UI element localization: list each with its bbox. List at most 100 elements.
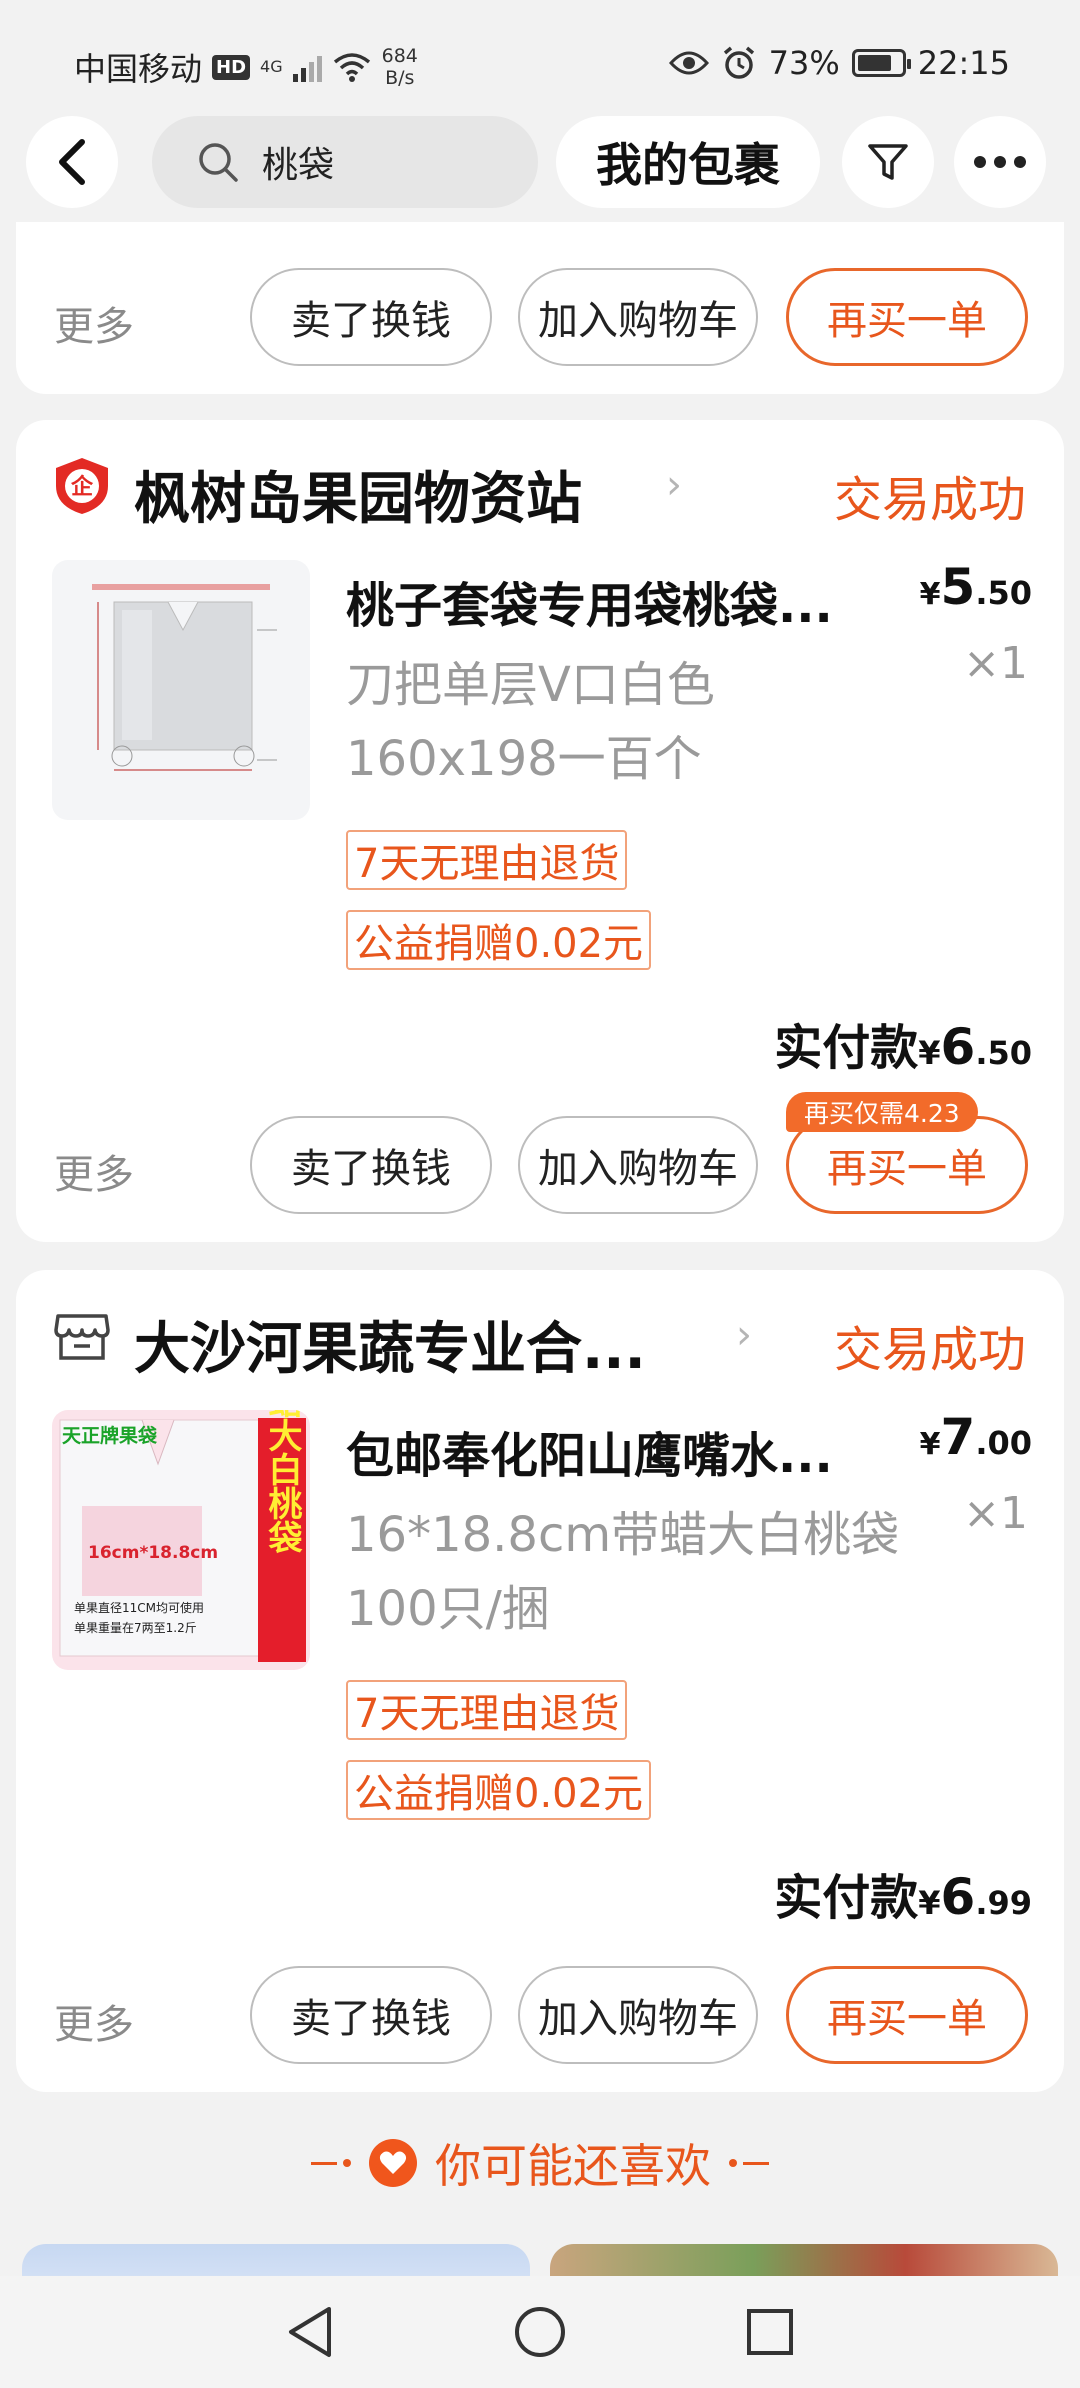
eye-icon — [668, 51, 709, 75]
paid-decimal: .99 — [975, 1884, 1032, 1922]
charity-tag: 公益捐赠0.02元 — [346, 910, 652, 970]
search-query: 桃袋 — [262, 145, 335, 186]
enterprise-shield-icon: 企 — [56, 458, 108, 514]
paid-decimal: .50 — [975, 1034, 1032, 1072]
sell-button[interactable]: 卖了换钱 — [250, 1116, 492, 1214]
order-actions: 更多 卖了换钱 加入购物车 再买一单 — [16, 1966, 1064, 2066]
status-left: 中国移动 HD 4G 684 B/s — [74, 44, 418, 90]
wifi-icon — [333, 53, 370, 82]
filter-icon — [868, 144, 908, 180]
nav-recents-button[interactable] — [740, 2302, 800, 2362]
price-currency: ¥ — [919, 577, 941, 612]
nav-home-icon — [515, 2307, 565, 2357]
nav-home-button[interactable] — [510, 2302, 570, 2362]
recommend-label: 你可能还喜欢 — [435, 2139, 711, 2193]
order-actions: 更多 卖了换钱 加入购物车 再买一单 — [16, 268, 1064, 368]
thumb-brand: 天正牌果袋 — [62, 1424, 158, 1447]
store-icon — [54, 1314, 110, 1360]
paid-label: 实付款 — [774, 1870, 919, 1926]
network-type: 4G — [260, 57, 283, 76]
sell-button[interactable]: 卖了换钱 — [250, 268, 492, 366]
speed-unit: B/s — [385, 67, 415, 89]
order-status: 交易成功 — [833, 1322, 1026, 1378]
filter-button[interactable] — [842, 116, 934, 208]
price-currency: ¥ — [919, 1427, 941, 1462]
battery-percent: 73% — [768, 44, 840, 82]
add-to-cart-button[interactable]: 加入购物车 — [518, 268, 758, 366]
thumb-note-2: 单果重量在7两至1.2斤 — [74, 1621, 197, 1635]
rebuy-button[interactable]: 再买一单 — [786, 268, 1028, 366]
my-packages-button[interactable]: 我的包裹 — [556, 116, 820, 208]
price-decimal: .50 — [975, 574, 1032, 612]
speed-value: 684 — [381, 45, 418, 67]
more-options-button[interactable] — [954, 116, 1046, 208]
more-link[interactable]: 更多 — [54, 1142, 134, 1200]
product-thumbnail[interactable]: 天正牌果袋 16cm*18.8cm 单果直径11CM均可使用 单果重量在7两至1… — [52, 1410, 310, 1670]
search-input[interactable]: 桃袋 — [152, 116, 538, 208]
nav-back-button[interactable] — [280, 2302, 340, 2362]
sell-button[interactable]: 卖了换钱 — [250, 1966, 492, 2064]
alarm-icon — [723, 46, 754, 79]
product-title[interactable]: 桃子套袋专用袋桃袋... — [346, 566, 833, 636]
order-card: 企 枫树岛果园物资站 › 交易成功 桃子套袋专用袋桃袋... 刀把单层V口白色1… — [16, 420, 1064, 1242]
peach-bag-image — [52, 560, 310, 820]
status-right: 73% 22:15 — [668, 44, 1010, 82]
product-spec: 刀把单层V口白色160x198一百个 — [346, 657, 715, 787]
price-integer: 5 — [940, 558, 976, 616]
system-nav-bar — [0, 2276, 1080, 2388]
top-bar: 桃袋 我的包裹 — [0, 110, 1080, 218]
return-policy-tag: 7天无理由退货 — [346, 830, 628, 890]
more-dots-icon — [974, 156, 1026, 168]
recommend-header: 你可能还喜欢 — [0, 2120, 1080, 2206]
nav-recents-icon — [747, 2309, 793, 2355]
order-actions: 更多 卖了换钱 加入购物车 再买一单 再买仅需4.23 — [16, 1092, 1064, 1216]
rebuy-discount-badge: 再买仅需4.23 — [786, 1092, 978, 1132]
more-link[interactable]: 更多 — [54, 294, 134, 352]
return-policy-tag: 7天无理由退货 — [346, 1680, 628, 1740]
search-icon — [199, 143, 238, 182]
price-decimal: .00 — [975, 1424, 1032, 1462]
shop-name: 大沙河果蔬专业合... — [134, 1317, 646, 1382]
more-link[interactable]: 更多 — [54, 1992, 134, 2050]
paid-currency: ¥ — [918, 1884, 941, 1922]
status-bar: 中国移动 HD 4G 684 B/s 73% 22:15 — [0, 0, 1080, 120]
divider-left — [311, 2159, 351, 2167]
hd-badge: HD — [212, 54, 251, 80]
shop-name: 枫树岛果园物资站 — [134, 467, 582, 532]
clock: 22:15 — [917, 44, 1010, 82]
order-card-previous: 更多 卖了换钱 加入购物车 再买一单 — [16, 222, 1064, 394]
add-to-cart-button[interactable]: 加入购物车 — [518, 1966, 758, 2064]
signal-icon — [292, 52, 322, 82]
svg-text:企: 企 — [70, 474, 94, 500]
paid-label: 实付款 — [774, 1020, 919, 1076]
add-to-cart-button[interactable]: 加入购物车 — [518, 1116, 758, 1214]
paid-currency: ¥ — [918, 1034, 941, 1072]
paid-integer: 6 — [940, 1018, 976, 1076]
charity-tag: 公益捐赠0.02元 — [346, 1760, 652, 1820]
quantity: ×1 — [963, 638, 1028, 689]
thumb-note-1: 单果直径11CM均可使用 — [74, 1600, 204, 1615]
peach-bag-image: 天正牌果袋 16cm*18.8cm 单果直径11CM均可使用 单果重量在7两至1… — [52, 1410, 310, 1670]
nav-back-icon — [289, 2307, 331, 2357]
battery-icon — [851, 49, 911, 77]
thumb-size: 16cm*18.8cm — [88, 1543, 218, 1563]
chevron-right-icon: › — [666, 462, 682, 508]
paid-integer: 6 — [940, 1868, 976, 1926]
back-arrow-icon — [59, 139, 85, 185]
thumb-vertical-text: 带蜡大白桃袋 — [262, 1410, 303, 1554]
order-status: 交易成功 — [833, 472, 1026, 528]
chevron-right-icon: › — [736, 1312, 752, 1358]
network-speed: 684 B/s — [382, 45, 418, 89]
product-thumbnail[interactable] — [52, 560, 310, 820]
carrier-name: 中国移动 — [74, 50, 203, 88]
shop-header[interactable]: 企 枫树岛果园物资站 › 交易成功 — [52, 454, 1028, 532]
quantity: ×1 — [963, 1488, 1028, 1539]
back-button[interactable] — [26, 116, 118, 208]
rebuy-button[interactable]: 再买一单 — [786, 1966, 1028, 2064]
shop-header[interactable]: 大沙河果蔬专业合... › 交易成功 — [52, 1304, 1028, 1382]
price-integer: 7 — [940, 1408, 976, 1466]
unit-price: ¥ 7 .00 — [920, 1408, 1032, 1466]
product-title[interactable]: 包邮奉化阳山鹰嘴水... — [346, 1416, 833, 1486]
divider-right — [729, 2159, 769, 2167]
order-card: 大沙河果蔬专业合... › 交易成功 天正牌果袋 16cm*18.8cm 单果直… — [16, 1270, 1064, 2092]
